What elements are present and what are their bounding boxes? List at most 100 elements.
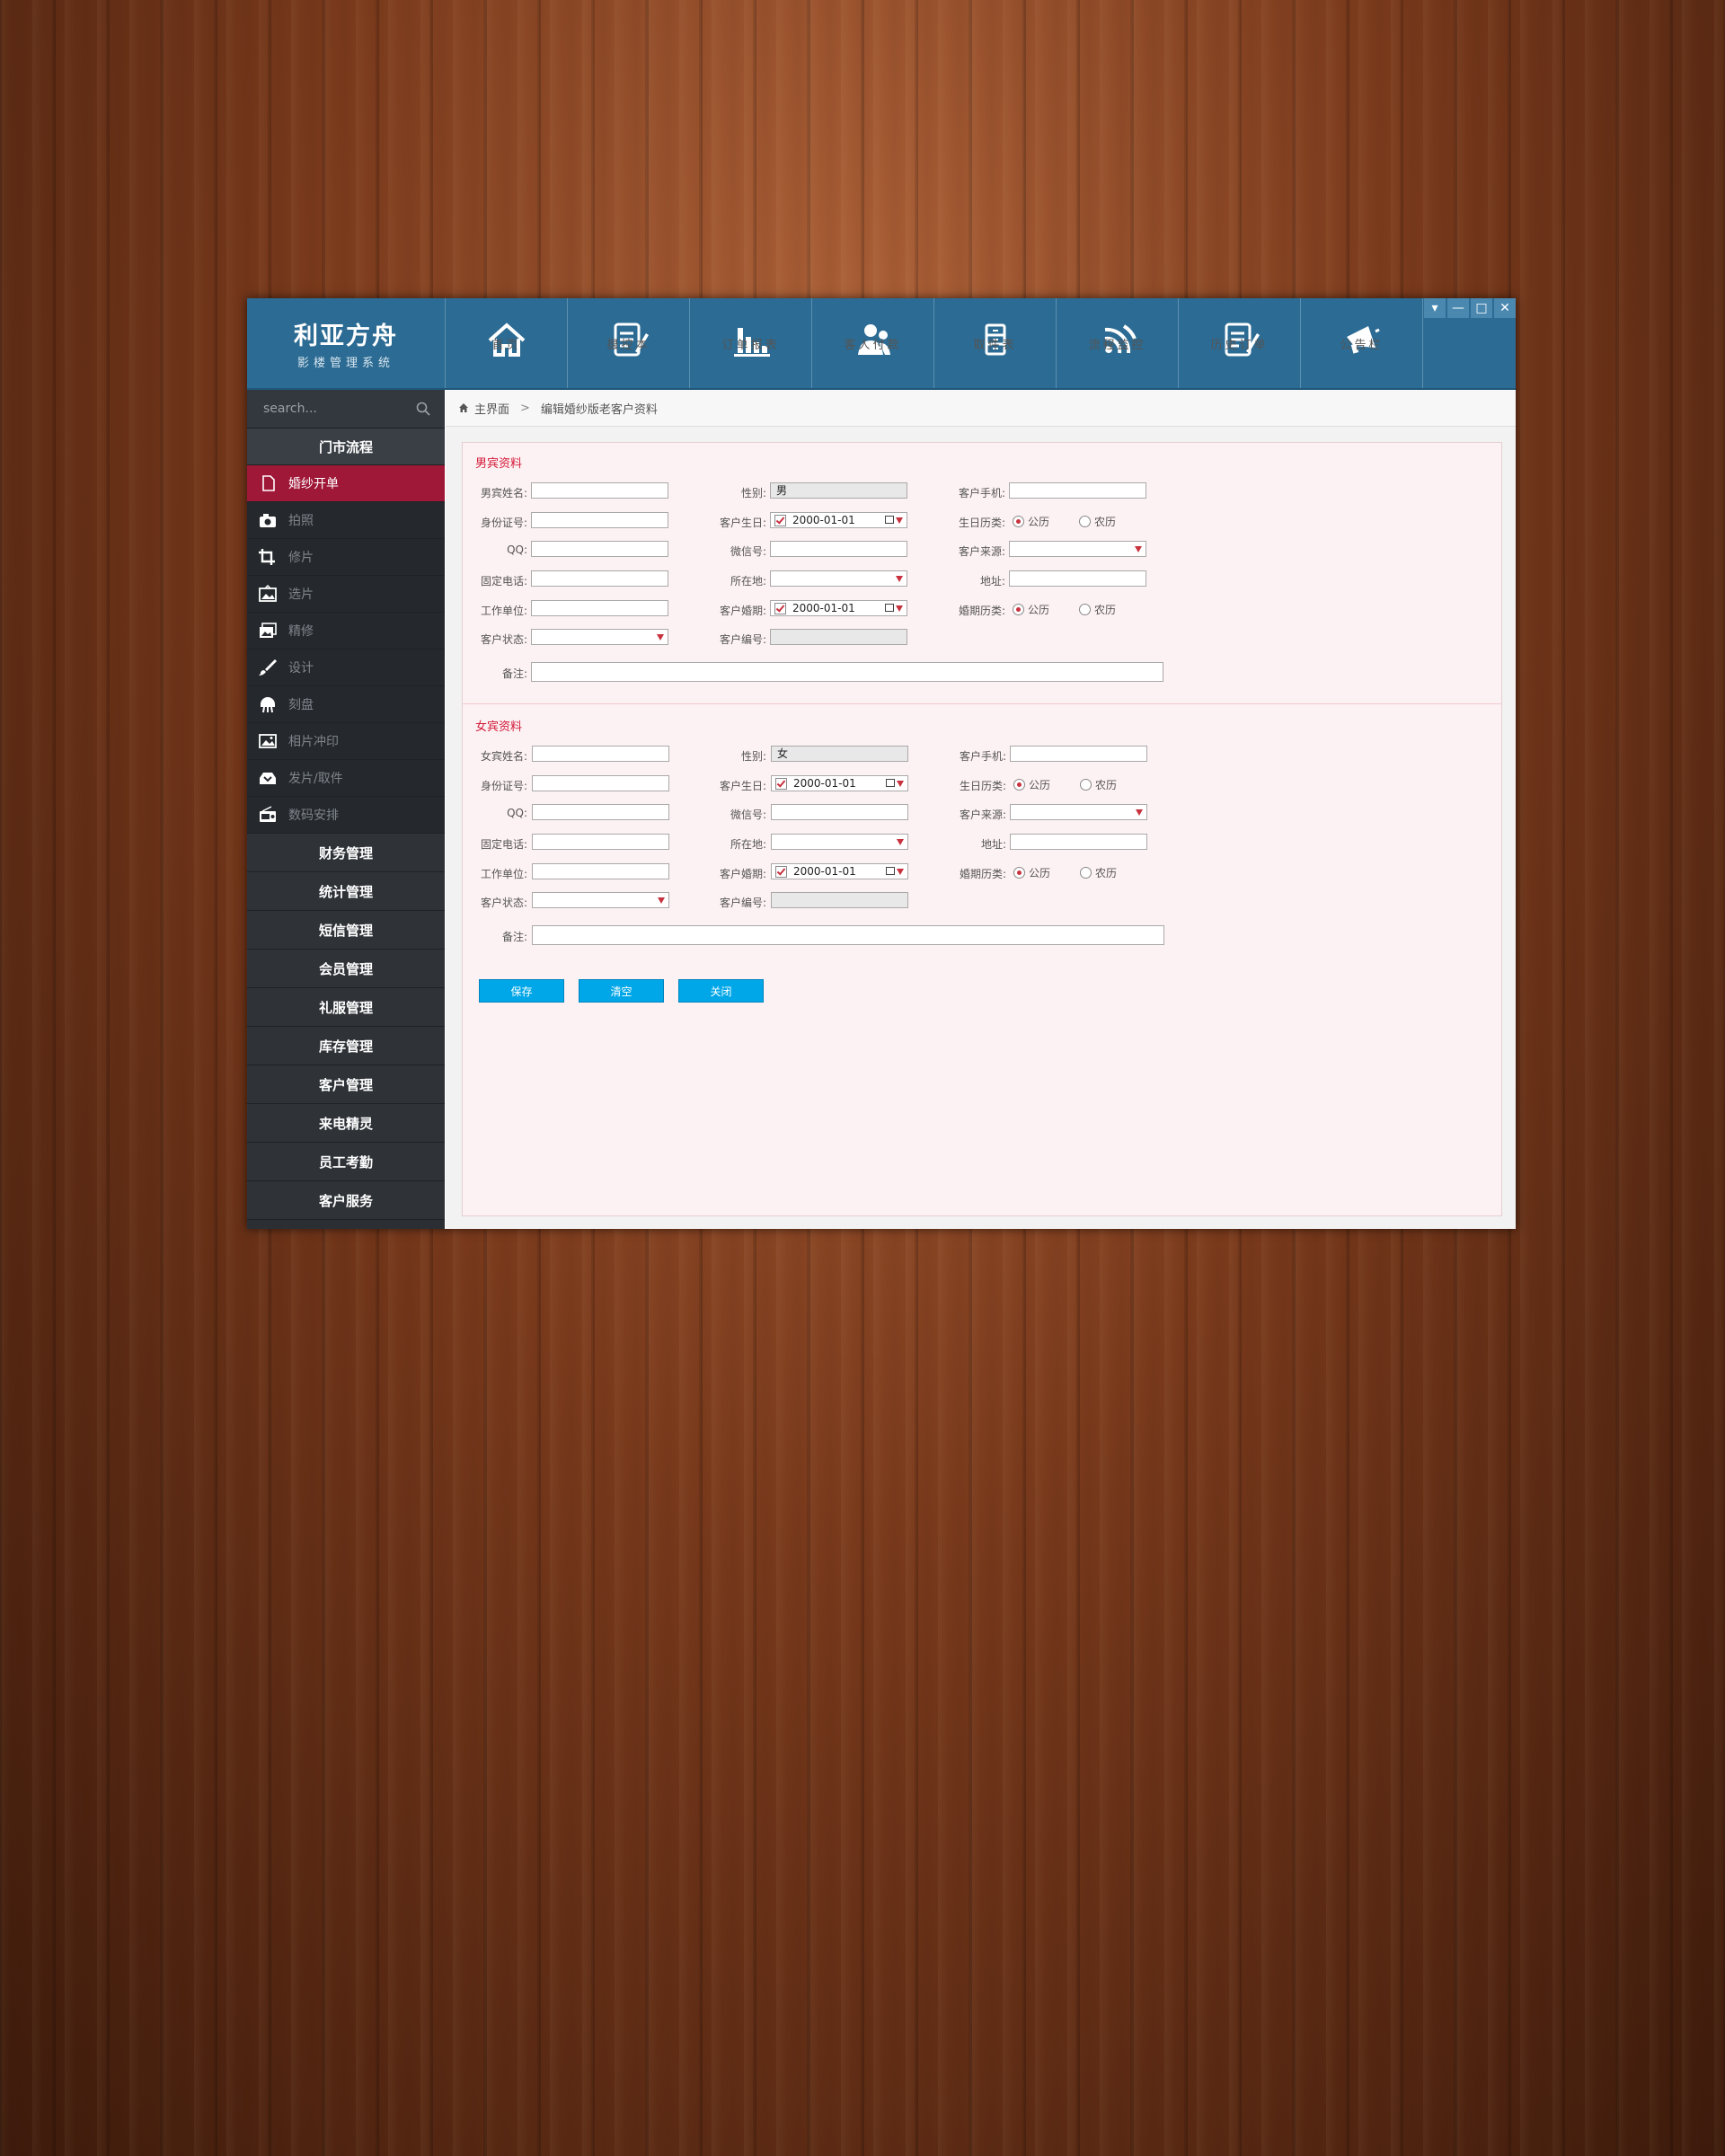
sidebar-group-sms[interactable]: 短信管理 <box>247 911 445 950</box>
sidebar-item-delivery[interactable]: 发片/取件 <box>247 760 445 797</box>
male-wedding-lunar-radio[interactable]: 农历 <box>1079 602 1116 617</box>
nav-bulletin-label: 公告栏 <box>1340 338 1384 352</box>
male-name-input[interactable] <box>531 482 668 499</box>
female-remark-input[interactable] <box>532 925 1164 945</box>
calendar-icon[interactable] <box>886 779 895 787</box>
chevron-down-icon[interactable] <box>896 517 903 524</box>
calendar-icon[interactable] <box>886 867 895 875</box>
close-button[interactable]: 关闭 <box>678 979 764 1003</box>
sidebar-item-label: 数码安排 <box>288 808 339 823</box>
female-wedding-lunar-radio[interactable]: 农历 <box>1080 865 1117 880</box>
female-birthday-picker[interactable]: 2000-01-01 <box>771 775 908 791</box>
sidebar-group-caller[interactable]: 来电精灵 <box>247 1104 445 1143</box>
nav-order-report[interactable]: 订单报表 <box>690 298 812 388</box>
female-mobile-input[interactable] <box>1010 746 1147 762</box>
sidebar-item-burn-disc[interactable]: 刻盘 <box>247 686 445 723</box>
female-wedding-solar-radio[interactable]: 公历 <box>1013 865 1050 880</box>
sidebar-item-photo[interactable]: 拍照 <box>247 502 445 539</box>
female-work-input[interactable] <box>532 863 669 879</box>
chevron-down-icon[interactable] <box>897 781 904 787</box>
nav-bulletin[interactable]: 公告栏 <box>1301 298 1423 388</box>
nav-guest-payment[interactable]: 客人付款 <box>812 298 934 388</box>
minimize-icon[interactable]: — <box>1447 298 1469 318</box>
sidebar-group-members[interactable]: 会员管理 <box>247 950 445 988</box>
female-source-select[interactable] <box>1010 804 1147 820</box>
dropdown-icon[interactable]: ▾ <box>1424 298 1446 318</box>
male-qq-input[interactable] <box>531 541 668 557</box>
male-remark-input[interactable] <box>531 662 1163 682</box>
checkbox-icon[interactable] <box>774 515 786 526</box>
calendar-icon[interactable] <box>885 516 894 524</box>
search-input[interactable] <box>261 401 400 417</box>
male-phone-input[interactable] <box>531 570 668 587</box>
sidebar-item-retouch[interactable]: 修片 <box>247 539 445 576</box>
chevron-down-icon[interactable] <box>896 605 903 612</box>
sidebar-item-digital-schedule[interactable]: 数码安排 <box>247 797 445 834</box>
checkbox-icon[interactable] <box>775 778 787 790</box>
sidebar-item-select[interactable]: 选片 <box>247 576 445 613</box>
save-button[interactable]: 保存 <box>479 979 564 1003</box>
nav-home[interactable]: 首页 <box>446 298 568 388</box>
male-work-input[interactable] <box>531 600 668 616</box>
sidebar-group-customers[interactable]: 客户管理 <box>247 1065 445 1104</box>
female-code-field[interactable] <box>771 892 908 908</box>
sidebar-item-print[interactable]: 相片冲印 <box>247 723 445 760</box>
male-location-select[interactable] <box>770 570 907 587</box>
maximize-icon[interactable]: □ <box>1471 298 1492 318</box>
chevron-down-icon[interactable] <box>897 869 904 875</box>
male-gender-field[interactable]: 男 <box>770 482 907 499</box>
calendar-icon[interactable] <box>885 604 894 612</box>
close-icon[interactable]: ✕ <box>1494 298 1516 318</box>
sidebar-item-label: 修片 <box>288 551 314 565</box>
nav-pickup-list[interactable]: 取件表 <box>934 298 1057 388</box>
radio-selected-icon <box>1013 604 1024 615</box>
clear-button[interactable]: 清空 <box>579 979 664 1003</box>
female-status-select[interactable] <box>532 892 669 908</box>
sidebar-item-wedding-order[interactable]: 婚纱开单 <box>247 465 445 502</box>
female-idcard-input[interactable] <box>532 775 669 791</box>
male-birthday-picker[interactable]: 2000-01-01 <box>770 512 907 528</box>
female-birthday-lunar-radio[interactable]: 农历 <box>1080 777 1117 792</box>
sidebar-group-attendance[interactable]: 员工考勤 <box>247 1143 445 1181</box>
sidebar-item-design[interactable]: 设计 <box>247 649 445 686</box>
sidebar-group-finance[interactable]: 财务管理 <box>247 834 445 872</box>
female-location-select[interactable] <box>771 834 908 850</box>
male-wechat-input[interactable] <box>770 541 907 557</box>
sidebar-group-service[interactable]: 客户服务 <box>247 1181 445 1220</box>
breadcrumb: 主界面 > 编辑婚纱版老客户资料 <box>446 390 1516 427</box>
male-address-input[interactable] <box>1009 570 1146 587</box>
female-wedding-picker[interactable]: 2000-01-01 <box>771 863 908 879</box>
female-phone-input[interactable] <box>532 834 669 850</box>
female-qq-input[interactable] <box>532 804 669 820</box>
male-wedding-solar-radio[interactable]: 公历 <box>1013 602 1049 617</box>
male-gender-label: 性别: <box>740 487 766 499</box>
breadcrumb-home[interactable]: 主界面 <box>474 400 509 417</box>
nav-history-orders[interactable]: 历史订单 <box>1179 298 1301 388</box>
female-wechat-input[interactable] <box>771 804 908 820</box>
male-birthday-lunar-radio[interactable]: 农历 <box>1079 514 1116 529</box>
checkbox-icon[interactable] <box>774 603 786 614</box>
female-birthday-solar-radio[interactable]: 公历 <box>1013 777 1050 792</box>
female-address-input[interactable] <box>1010 834 1147 850</box>
nav-process-monitor[interactable]: 流程监控 <box>1057 298 1179 388</box>
nav-shoot-book[interactable]: 摄控本 <box>568 298 690 388</box>
male-wedding-picker[interactable]: 2000-01-01 <box>770 600 907 616</box>
female-gender-field[interactable]: 女 <box>771 746 908 762</box>
male-code-label: 客户编号: <box>719 633 766 646</box>
male-birthday-solar-radio[interactable]: 公历 <box>1013 514 1049 529</box>
female-name-input[interactable] <box>532 746 669 762</box>
sidebar-group-statistics[interactable]: 统计管理 <box>247 872 445 911</box>
search-icon[interactable] <box>416 402 430 416</box>
male-code-field[interactable] <box>770 629 907 645</box>
male-idcard-input[interactable] <box>531 512 668 528</box>
male-mobile-input[interactable] <box>1009 482 1146 499</box>
male-status-select[interactable] <box>531 629 668 645</box>
sidebar-group-gowns[interactable]: 礼服管理 <box>247 988 445 1027</box>
sidebar-item-fine-retouch[interactable]: 精修 <box>247 613 445 649</box>
checkbox-icon[interactable] <box>775 866 787 878</box>
window-controls: ▾ — □ ✕ <box>1422 298 1516 318</box>
form-panel: 男宾资料 男宾姓名: 性别: 男 客户手机: 身份证号: 客户生日: 2000-… <box>462 442 1502 1216</box>
radio-label: 农历 <box>1095 779 1118 791</box>
sidebar-group-inventory[interactable]: 库存管理 <box>247 1027 445 1065</box>
male-source-select[interactable] <box>1009 541 1146 557</box>
